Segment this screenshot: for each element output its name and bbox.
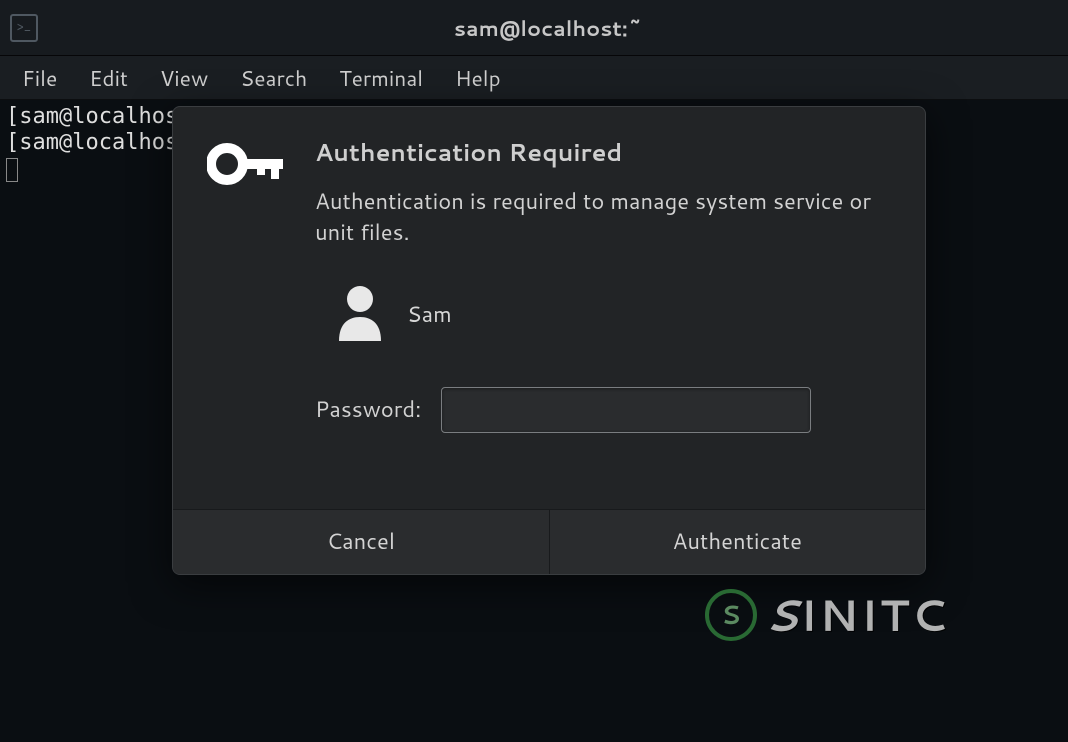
dialog-message: Authentication is required to manage sys… (315, 187, 891, 249)
key-icon (207, 139, 285, 433)
authenticate-button[interactable]: Authenticate (550, 510, 926, 574)
user-row: Sam (335, 283, 891, 347)
menu-file[interactable]: File (6, 57, 73, 99)
avatar-icon (335, 283, 385, 347)
prompt-glyph-icon: >_ (17, 21, 31, 34)
menu-view[interactable]: View (144, 57, 224, 99)
dialog-content: Authentication Required Authentication i… (315, 135, 891, 433)
password-row: Password: (315, 387, 891, 433)
user-name: Sam (407, 299, 452, 330)
menu-terminal[interactable]: Terminal (323, 57, 439, 99)
dialog-title: Authentication Required (315, 135, 891, 169)
menu-search[interactable]: Search (224, 57, 323, 99)
watermark-logo-icon: S (705, 589, 757, 641)
terminal-app-icon: >_ (10, 14, 38, 42)
dialog-actions: Cancel Authenticate (173, 509, 925, 574)
window-title: sam@localhost:~ (38, 13, 1058, 43)
terminal-cursor (6, 158, 18, 182)
password-label: Password: (315, 394, 421, 425)
cancel-button[interactable]: Cancel (173, 510, 550, 574)
window-titlebar: >_ sam@localhost:~ (0, 0, 1068, 56)
password-input[interactable] (441, 387, 811, 433)
menu-edit[interactable]: Edit (73, 57, 144, 99)
menu-help[interactable]: Help (439, 57, 517, 99)
dialog-body: Authentication Required Authentication i… (173, 107, 925, 509)
watermark-text: SINITC (765, 584, 948, 646)
auth-dialog: Authentication Required Authentication i… (172, 106, 926, 575)
watermark: S SINITC (705, 584, 948, 646)
menubar: File Edit View Search Terminal Help (0, 56, 1068, 100)
